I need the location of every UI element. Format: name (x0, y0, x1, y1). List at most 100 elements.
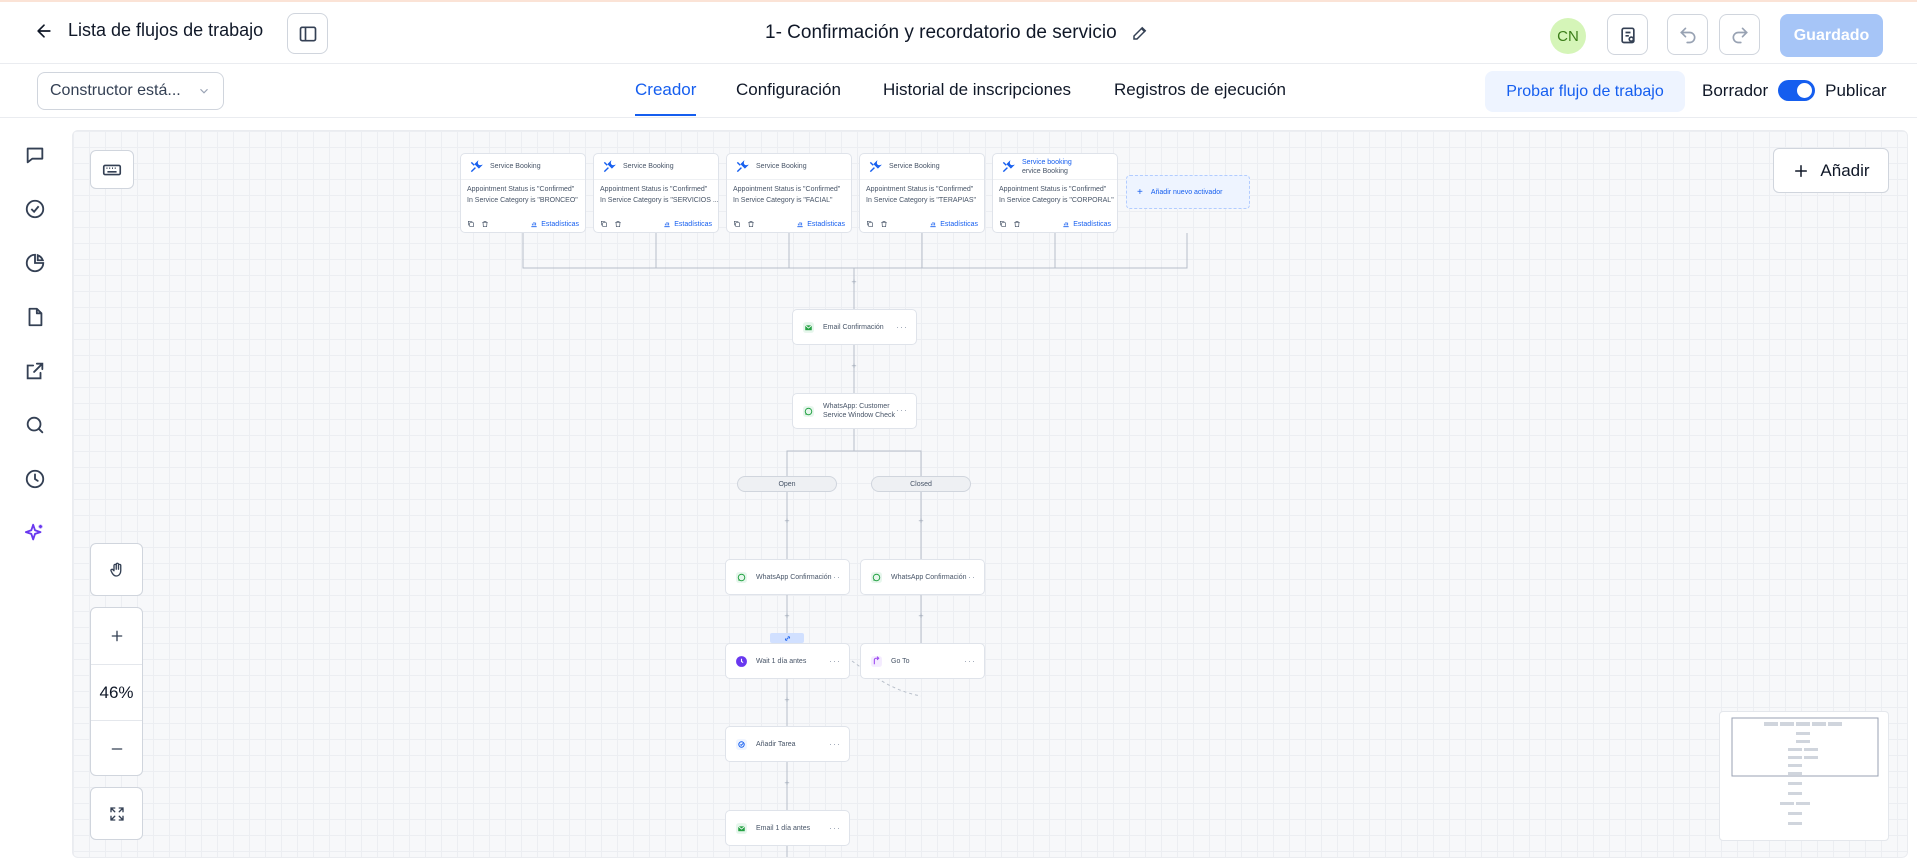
keyboard-shortcuts-button[interactable] (90, 150, 134, 189)
statistics-link[interactable]: Estadísticas (530, 220, 579, 228)
branch-open[interactable]: Open (737, 476, 837, 492)
more-options-icon[interactable]: ··· (896, 322, 908, 332)
whatsapp-icon (736, 571, 747, 583)
trigger-filters: Appointment Status is "Confirmed" In Ser… (727, 180, 851, 206)
copy-icon[interactable] (600, 220, 608, 228)
rail-share[interactable] (24, 360, 48, 384)
add-step-plus[interactable]: + (916, 611, 926, 621)
statistics-link[interactable]: Estadísticas (929, 220, 978, 228)
tab-registros[interactable]: Registros de ejecución (1114, 80, 1286, 100)
redo-button[interactable] (1719, 14, 1760, 55)
tab-historial[interactable]: Historial de inscripciones (883, 80, 1071, 100)
statistics-link[interactable]: Estadísticas (1062, 220, 1111, 228)
trigger-title: Service Booking (889, 163, 940, 170)
node-label: Go To (891, 657, 910, 665)
sub-bar: Constructor está... Creador Configuració… (0, 64, 1917, 118)
add-step-plus[interactable]: + (849, 277, 859, 287)
more-options-icon[interactable]: ··· (829, 823, 841, 833)
link-icon (784, 635, 790, 641)
copy-icon[interactable] (467, 220, 475, 228)
add-button[interactable]: Añadir (1773, 148, 1889, 193)
zoom-level: 46% (91, 664, 142, 720)
statistics-label: Estadísticas (940, 220, 978, 228)
saved-button[interactable]: Guardado (1780, 14, 1883, 57)
trigger-card[interactable]: Service Booking Appointment Status is "C… (859, 153, 985, 233)
trigger-card[interactable]: Service Booking Appointment Status is "C… (726, 153, 852, 233)
more-options-icon[interactable]: ··· (829, 739, 841, 749)
statistics-label: Estadísticas (674, 220, 712, 228)
action-node-email-reminder[interactable]: Email 1 día antes ··· (725, 810, 850, 846)
add-step-plus[interactable]: + (916, 516, 926, 526)
goto-icon (871, 655, 882, 667)
notes-button[interactable] (1607, 14, 1648, 55)
zoom-out-button[interactable] (91, 720, 142, 776)
trash-icon[interactable] (481, 220, 489, 228)
bar-chart-icon (664, 222, 670, 228)
copy-icon[interactable] (999, 220, 1007, 228)
rail-tasks[interactable] (24, 198, 48, 222)
action-node-whatsapp-confirmation[interactable]: WhatsApp Confirmación ··· (725, 559, 850, 595)
builder-mode-select[interactable]: Constructor está... (37, 72, 224, 110)
tab-configuracion[interactable]: Configuración (736, 80, 841, 100)
statistics-link[interactable]: Estadísticas (663, 220, 712, 228)
copy-icon[interactable] (733, 220, 741, 228)
trash-icon[interactable] (1013, 220, 1021, 228)
trigger-header: Service Booking (727, 154, 851, 180)
trigger-footer: Estadísticas (467, 220, 579, 228)
fit-view-button[interactable] (90, 787, 143, 840)
copy-icon[interactable] (866, 220, 874, 228)
trigger-header: Service Booking (461, 154, 585, 180)
more-options-icon[interactable]: ··· (829, 656, 841, 666)
trigger-card[interactable]: Service Booking Appointment Status is "C… (460, 153, 586, 233)
rail-history[interactable] (24, 468, 48, 492)
action-node-whatsapp-check[interactable]: WhatsApp: Customer Service Window Check … (792, 393, 917, 429)
trash-icon[interactable] (614, 220, 622, 228)
rail-search[interactable] (24, 414, 48, 438)
action-node-wait[interactable]: Wait 1 día antes ··· (725, 643, 850, 679)
plus-icon: + (1137, 186, 1143, 198)
add-step-plus[interactable]: + (849, 361, 859, 371)
undo-button[interactable] (1667, 14, 1708, 55)
branch-closed[interactable]: Closed (871, 476, 971, 492)
more-options-icon[interactable]: ··· (829, 572, 841, 582)
minimap[interactable] (1719, 711, 1889, 841)
action-node-whatsapp-confirmation[interactable]: WhatsApp Confirmación ··· (860, 559, 985, 595)
more-options-icon[interactable]: ··· (896, 406, 908, 415)
pan-tool-button[interactable] (90, 543, 143, 596)
workflow-canvas[interactable]: Añadir Service Booking Appointment Statu… (72, 130, 1908, 858)
test-workflow-button[interactable]: Probar flujo de trabajo (1485, 71, 1685, 112)
trigger-filter-line: Appointment Status is "Confirmed" (999, 186, 1107, 193)
trigger-filter-line: Appointment Status is "Confirmed" (866, 186, 974, 193)
avatar[interactable]: CN (1550, 18, 1586, 54)
toggle-sidebar-button[interactable] (287, 13, 328, 54)
action-node-goto[interactable]: Go To ··· (860, 643, 985, 679)
tab-creador[interactable]: Creador (635, 80, 697, 116)
trash-icon[interactable] (880, 220, 888, 228)
message-icon (26, 147, 44, 164)
trigger-filter-line: Appointment Status is "Confirmed" (467, 186, 575, 193)
pencil-icon[interactable] (1131, 24, 1149, 42)
add-step-plus[interactable]: + (782, 695, 792, 705)
add-step-plus[interactable]: + (782, 611, 792, 621)
add-step-plus[interactable]: + (782, 516, 792, 526)
add-step-plus[interactable]: + (782, 778, 792, 788)
minus-icon (111, 747, 122, 750)
more-options-icon[interactable]: ··· (964, 656, 976, 666)
trigger-card[interactable]: Service Booking Appointment Status is "C… (593, 153, 719, 233)
rail-files[interactable] (24, 306, 48, 330)
redo-icon (1732, 27, 1748, 43)
back-to-workflows-link[interactable]: Lista de flujos de trabajo (34, 20, 263, 41)
more-options-icon[interactable]: ··· (964, 572, 976, 582)
trigger-filters: Appointment Status is "Confirmed" In Ser… (993, 180, 1117, 206)
action-node-add-task[interactable]: Añadir Tarea ··· (725, 726, 850, 762)
rail-comments[interactable] (24, 144, 48, 168)
rail-ai[interactable] (24, 522, 48, 546)
trash-icon[interactable] (747, 220, 755, 228)
action-node-email-confirmation[interactable]: Email Confirmación ··· (792, 309, 917, 345)
rail-analytics[interactable] (24, 252, 48, 276)
zoom-in-button[interactable] (91, 608, 142, 664)
statistics-link[interactable]: Estadísticas (796, 220, 845, 228)
add-new-trigger-button[interactable]: + Añadir nuevo activador (1126, 175, 1250, 209)
publish-switch[interactable] (1778, 80, 1816, 101)
trigger-card[interactable]: Service booking ervice Booking Appointme… (992, 153, 1118, 233)
